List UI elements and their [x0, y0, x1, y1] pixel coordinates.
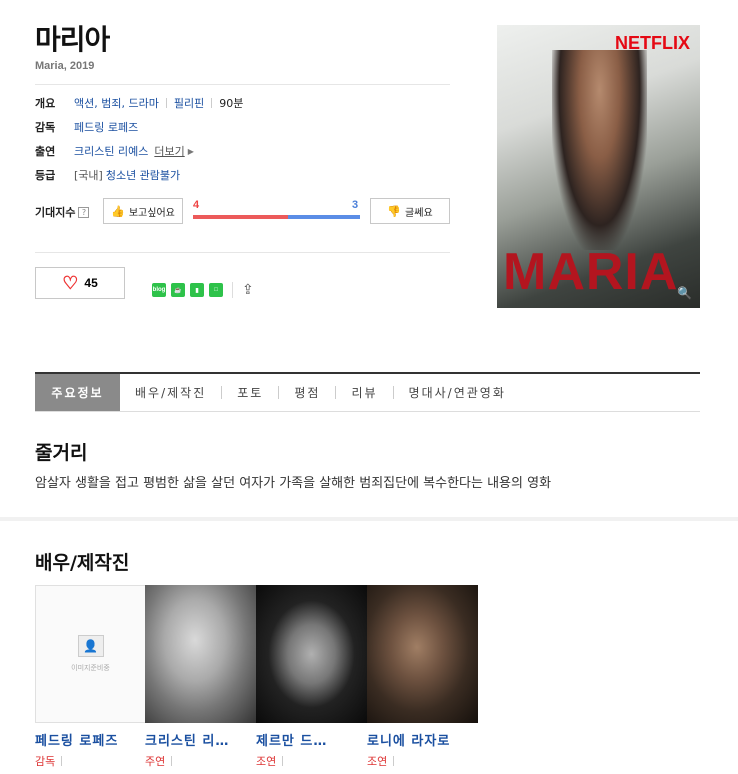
tab-main-info[interactable]: 주요정보 — [35, 374, 120, 411]
expectation-bar — [193, 215, 360, 219]
more-link[interactable]: 더보기 — [154, 143, 184, 159]
expectation-bar-fill — [193, 215, 289, 219]
zoom-icon[interactable]: 🔍 — [677, 286, 692, 300]
cast-card[interactable]: 👤 이미지준비중 페드링 로페즈 감독 — [35, 585, 146, 769]
heart-icon: ♡ — [62, 273, 79, 293]
help-icon[interactable]: ? — [78, 206, 90, 218]
share-bar: blog ☕ ▮ □ ⇪ — [152, 282, 254, 298]
tab-bar: 주요정보 배우/제작진 포토 평점 리뷰 명대사/연관영화 — [35, 372, 700, 412]
synopsis-heading: 줄거리 — [35, 442, 88, 464]
cast-row: 출연 크리스틴 리예스 더보기 ▶ — [35, 143, 194, 159]
person-photo-placeholder[interactable]: 👤 이미지준비중 — [35, 585, 146, 723]
thumbs-down-icon: 👎 — [387, 204, 402, 218]
no-count: 3 — [352, 199, 359, 211]
person-photo[interactable] — [367, 585, 478, 723]
netflix-logo: NETFLIX — [615, 33, 690, 53]
rating-prefix: [국내] — [74, 169, 103, 182]
genre-link[interactable]: 액션, 범죄, 드라마 — [74, 95, 159, 111]
cast-card[interactable]: 제르만 드… 조연 — [256, 585, 367, 769]
cast-card[interactable]: 로니에 라자로 조연 — [367, 585, 478, 769]
like-button[interactable]: ♡ 45 — [35, 267, 125, 299]
section-divider — [0, 517, 738, 521]
person-role: 감독 — [35, 753, 146, 769]
divider — [35, 84, 450, 85]
rating-link[interactable]: 청소년 관람불가 — [106, 167, 180, 183]
person-name[interactable]: 페드링 로페즈 — [35, 730, 146, 749]
tab-review[interactable]: 리뷰 — [351, 374, 377, 411]
movie-poster[interactable]: NETFLIX MARIA 🔍 — [497, 25, 700, 308]
synopsis-text: 암살자 생활을 접고 평범한 삶을 살던 여자가 가족을 살해한 범죄집단에 복… — [35, 476, 552, 491]
chevron-right-icon: ▶ — [187, 146, 194, 156]
person-role: 조연 — [256, 753, 367, 769]
director-row: 감독 페드링 로페즈 — [35, 119, 138, 135]
overview-row: 개요 액션, 범죄, 드라마 필리핀 90분 — [35, 95, 243, 111]
person-role: 주연 — [145, 753, 256, 769]
rating-label: 등급 — [35, 169, 56, 182]
overview-label: 개요 — [35, 97, 56, 110]
person-name[interactable]: 제르만 드… — [256, 730, 367, 749]
like-count: 45 — [84, 276, 98, 290]
director-label: 감독 — [35, 121, 56, 134]
cast-label: 출연 — [35, 145, 56, 158]
share-icon[interactable]: ⇪ — [242, 282, 254, 298]
divider — [35, 252, 450, 253]
tab-rating[interactable]: 평점 — [294, 374, 320, 411]
note-share-icon[interactable]: □ — [209, 283, 223, 297]
director-link[interactable]: 페드링 로페즈 — [74, 119, 138, 135]
want-count: 4 — [193, 199, 200, 211]
cast-card[interactable]: 크리스틴 리… 주연 — [145, 585, 256, 769]
person-photo[interactable] — [145, 585, 256, 723]
expectation-label: 기대지수 ? — [35, 204, 90, 220]
poster-title: MARIA — [503, 243, 679, 301]
person-photo[interactable] — [256, 585, 367, 723]
placeholder-caption: 이미지준비중 — [71, 664, 110, 672]
person-name[interactable]: 로니에 라자로 — [367, 730, 478, 749]
rating-row: 등급 [국내] 청소년 관람불가 — [35, 167, 180, 183]
runtime: 90분 — [219, 97, 244, 110]
movie-title: 마리아 — [35, 23, 110, 56]
tab-quotes-related[interactable]: 명대사/연관영화 — [409, 374, 506, 411]
person-name[interactable]: 크리스틴 리… — [145, 730, 256, 749]
want-to-see-button[interactable]: 👍 보고싶어요 — [103, 198, 183, 224]
not-sure-label: 글쎄요 — [405, 207, 433, 219]
image-placeholder-icon: 👤 — [77, 635, 104, 657]
thumbs-up-icon: 👍 — [111, 204, 125, 218]
cast-link[interactable]: 크리스틴 리예스 — [74, 143, 148, 159]
bookmark-share-icon[interactable]: ▮ — [190, 283, 204, 297]
tab-photo[interactable]: 포토 — [237, 374, 263, 411]
not-sure-button[interactable]: 👎 글쎄요 — [370, 198, 450, 224]
cast-heading: 배우/제작진 — [35, 552, 130, 574]
want-to-see-label: 보고싶어요 — [128, 207, 175, 219]
country-link[interactable]: 필리핀 — [174, 95, 204, 111]
person-role: 조연 — [367, 753, 478, 769]
tab-cast-crew[interactable]: 배우/제작진 — [135, 374, 206, 411]
movie-subtitle: Maria, 2019 — [35, 60, 95, 72]
blog-share-icon[interactable]: blog — [152, 283, 166, 297]
cafe-share-icon[interactable]: ☕ — [171, 283, 185, 297]
